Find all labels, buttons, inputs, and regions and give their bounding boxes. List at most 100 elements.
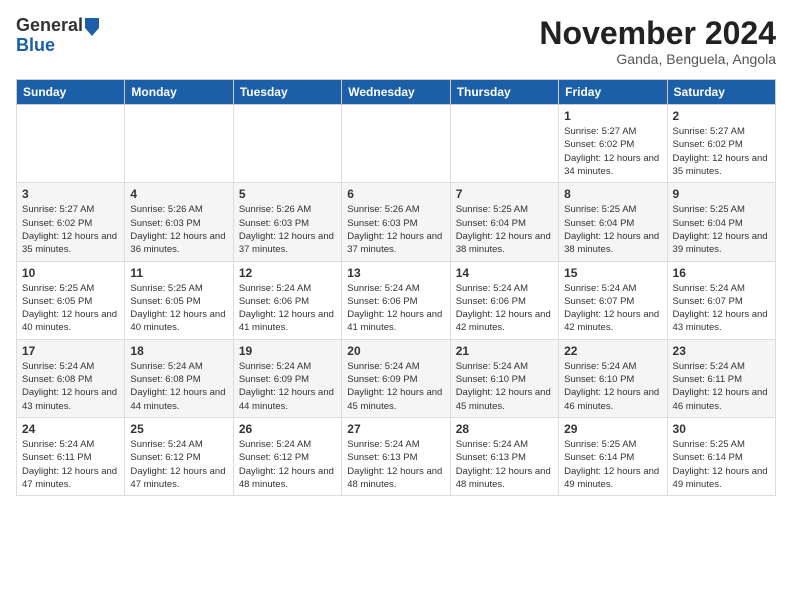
weekday-header-thursday: Thursday (450, 80, 558, 105)
logo-icon (85, 18, 99, 36)
location: Ganda, Benguela, Angola (539, 51, 776, 67)
day-cell: 7 Sunrise: 5:25 AM Sunset: 6:04 PM Daylig… (450, 183, 558, 261)
day-number: 18 (130, 344, 227, 358)
day-cell: 19 Sunrise: 5:24 AM Sunset: 6:09 PM Dayli… (233, 339, 341, 417)
day-info: Sunrise: 5:24 AM Sunset: 6:08 PM Dayligh… (130, 360, 227, 413)
day-cell: 26Sunrise: 5:24 AM Sunset: 6:12 PM Dayli… (233, 417, 341, 495)
day-number: 24 (22, 422, 119, 436)
day-number: 30 (673, 422, 770, 436)
day-cell: 18 Sunrise: 5:24 AM Sunset: 6:08 PM Dayli… (125, 339, 233, 417)
day-info: Sunrise: 5:24 AM Sunset: 6:08 PM Dayligh… (22, 360, 119, 413)
day-cell: 14Sunrise: 5:24 AM Sunset: 6:06 PM Dayli… (450, 261, 558, 339)
day-info: Sunrise: 5:24 AM Sunset: 6:11 PM Dayligh… (673, 360, 770, 413)
day-info: Sunrise: 5:27 AM Sunset: 6:02 PM Dayligh… (673, 125, 770, 178)
day-number: 1 (564, 109, 661, 123)
day-number: 13 (347, 266, 444, 280)
day-info: Sunrise: 5:27 AM Sunset: 6:02 PM Dayligh… (564, 125, 661, 178)
day-info: Sunrise: 5:24 AM Sunset: 6:09 PM Dayligh… (347, 360, 444, 413)
week-row-1: 1 Sunrise: 5:27 AM Sunset: 6:02 PM Daylig… (17, 105, 776, 183)
day-number: 2 (673, 109, 770, 123)
day-info: Sunrise: 5:24 AM Sunset: 6:13 PM Dayligh… (456, 438, 553, 491)
day-number: 8 (564, 187, 661, 201)
day-cell: 12 Sunrise: 5:24 AM Sunset: 6:06 PM Dayli… (233, 261, 341, 339)
weekday-header-sunday: Sunday (17, 80, 125, 105)
weekday-header-tuesday: Tuesday (233, 80, 341, 105)
weekday-header-wednesday: Wednesday (342, 80, 450, 105)
day-number: 12 (239, 266, 336, 280)
day-info: Sunrise: 5:25 AM Sunset: 6:05 PM Dayligh… (130, 282, 227, 335)
day-cell: 5Sunrise: 5:26 AM Sunset: 6:03 PM Daylig… (233, 183, 341, 261)
day-cell: 28 Sunrise: 5:24 AM Sunset: 6:13 PM Dayli… (450, 417, 558, 495)
day-number: 21 (456, 344, 553, 358)
day-info: Sunrise: 5:26 AM Sunset: 6:03 PM Dayligh… (347, 203, 444, 256)
logo-text: General Blue (16, 16, 99, 56)
day-info: Sunrise: 5:24 AM Sunset: 6:12 PM Dayligh… (130, 438, 227, 491)
day-info: Sunrise: 5:24 AM Sunset: 6:10 PM Dayligh… (456, 360, 553, 413)
day-cell: 11 Sunrise: 5:25 AM Sunset: 6:05 PM Dayli… (125, 261, 233, 339)
weekday-header-monday: Monday (125, 80, 233, 105)
day-info: Sunrise: 5:25 AM Sunset: 6:04 PM Dayligh… (673, 203, 770, 256)
day-number: 23 (673, 344, 770, 358)
day-cell: 17Sunrise: 5:24 AM Sunset: 6:08 PM Dayli… (17, 339, 125, 417)
day-info: Sunrise: 5:24 AM Sunset: 6:06 PM Dayligh… (239, 282, 336, 335)
logo-blue: Blue (16, 36, 99, 56)
day-info: Sunrise: 5:24 AM Sunset: 6:13 PM Dayligh… (347, 438, 444, 491)
day-cell: 13 Sunrise: 5:24 AM Sunset: 6:06 PM Dayli… (342, 261, 450, 339)
day-number: 26 (239, 422, 336, 436)
day-info: Sunrise: 5:25 AM Sunset: 6:04 PM Dayligh… (456, 203, 553, 256)
day-cell: 29Sunrise: 5:25 AM Sunset: 6:14 PM Dayli… (559, 417, 667, 495)
day-cell: 16Sunrise: 5:24 AM Sunset: 6:07 PM Dayli… (667, 261, 775, 339)
day-number: 7 (456, 187, 553, 201)
week-row-4: 17Sunrise: 5:24 AM Sunset: 6:08 PM Dayli… (17, 339, 776, 417)
week-row-5: 24Sunrise: 5:24 AM Sunset: 6:11 PM Dayli… (17, 417, 776, 495)
day-cell: 1 Sunrise: 5:27 AM Sunset: 6:02 PM Daylig… (559, 105, 667, 183)
day-info: Sunrise: 5:24 AM Sunset: 6:07 PM Dayligh… (673, 282, 770, 335)
logo: General Blue (16, 16, 99, 56)
day-info: Sunrise: 5:24 AM Sunset: 6:06 PM Dayligh… (456, 282, 553, 335)
day-cell: 30 Sunrise: 5:25 AM Sunset: 6:14 PM Dayli… (667, 417, 775, 495)
day-info: Sunrise: 5:24 AM Sunset: 6:10 PM Dayligh… (564, 360, 661, 413)
day-info: Sunrise: 5:25 AM Sunset: 6:05 PM Dayligh… (22, 282, 119, 335)
day-cell: 27Sunrise: 5:24 AM Sunset: 6:13 PM Dayli… (342, 417, 450, 495)
day-cell: 6 Sunrise: 5:26 AM Sunset: 6:03 PM Daylig… (342, 183, 450, 261)
day-number: 11 (130, 266, 227, 280)
day-cell: 3 Sunrise: 5:27 AM Sunset: 6:02 PM Daylig… (17, 183, 125, 261)
weekday-header-friday: Friday (559, 80, 667, 105)
day-number: 4 (130, 187, 227, 201)
day-number: 3 (22, 187, 119, 201)
day-cell (125, 105, 233, 183)
day-info: Sunrise: 5:26 AM Sunset: 6:03 PM Dayligh… (130, 203, 227, 256)
day-cell: 25 Sunrise: 5:24 AM Sunset: 6:12 PM Dayli… (125, 417, 233, 495)
day-info: Sunrise: 5:25 AM Sunset: 6:04 PM Dayligh… (564, 203, 661, 256)
week-row-2: 3 Sunrise: 5:27 AM Sunset: 6:02 PM Daylig… (17, 183, 776, 261)
day-cell: 2 Sunrise: 5:27 AM Sunset: 6:02 PM Daylig… (667, 105, 775, 183)
day-info: Sunrise: 5:24 AM Sunset: 6:07 PM Dayligh… (564, 282, 661, 335)
day-cell (233, 105, 341, 183)
day-cell: 21 Sunrise: 5:24 AM Sunset: 6:10 PM Dayli… (450, 339, 558, 417)
title-block: November 2024 Ganda, Benguela, Angola (539, 16, 776, 67)
day-number: 6 (347, 187, 444, 201)
header: General Blue November 2024 Ganda, Bengue… (16, 16, 776, 67)
day-number: 9 (673, 187, 770, 201)
day-cell: 15 Sunrise: 5:24 AM Sunset: 6:07 PM Dayli… (559, 261, 667, 339)
day-cell (342, 105, 450, 183)
day-cell: 4 Sunrise: 5:26 AM Sunset: 6:03 PM Daylig… (125, 183, 233, 261)
day-number: 10 (22, 266, 119, 280)
day-cell: 24Sunrise: 5:24 AM Sunset: 6:11 PM Dayli… (17, 417, 125, 495)
weekday-header-row: SundayMondayTuesdayWednesdayThursdayFrid… (17, 80, 776, 105)
day-cell: 8 Sunrise: 5:25 AM Sunset: 6:04 PM Daylig… (559, 183, 667, 261)
day-number: 28 (456, 422, 553, 436)
day-cell: 9 Sunrise: 5:25 AM Sunset: 6:04 PM Daylig… (667, 183, 775, 261)
day-cell: 22Sunrise: 5:24 AM Sunset: 6:10 PM Dayli… (559, 339, 667, 417)
day-cell (17, 105, 125, 183)
day-info: Sunrise: 5:24 AM Sunset: 6:06 PM Dayligh… (347, 282, 444, 335)
day-info: Sunrise: 5:24 AM Sunset: 6:09 PM Dayligh… (239, 360, 336, 413)
day-number: 15 (564, 266, 661, 280)
day-number: 19 (239, 344, 336, 358)
calendar: SundayMondayTuesdayWednesdayThursdayFrid… (16, 79, 776, 496)
day-info: Sunrise: 5:25 AM Sunset: 6:14 PM Dayligh… (673, 438, 770, 491)
day-number: 20 (347, 344, 444, 358)
day-info: Sunrise: 5:27 AM Sunset: 6:02 PM Dayligh… (22, 203, 119, 256)
month-title: November 2024 (539, 16, 776, 51)
day-number: 25 (130, 422, 227, 436)
